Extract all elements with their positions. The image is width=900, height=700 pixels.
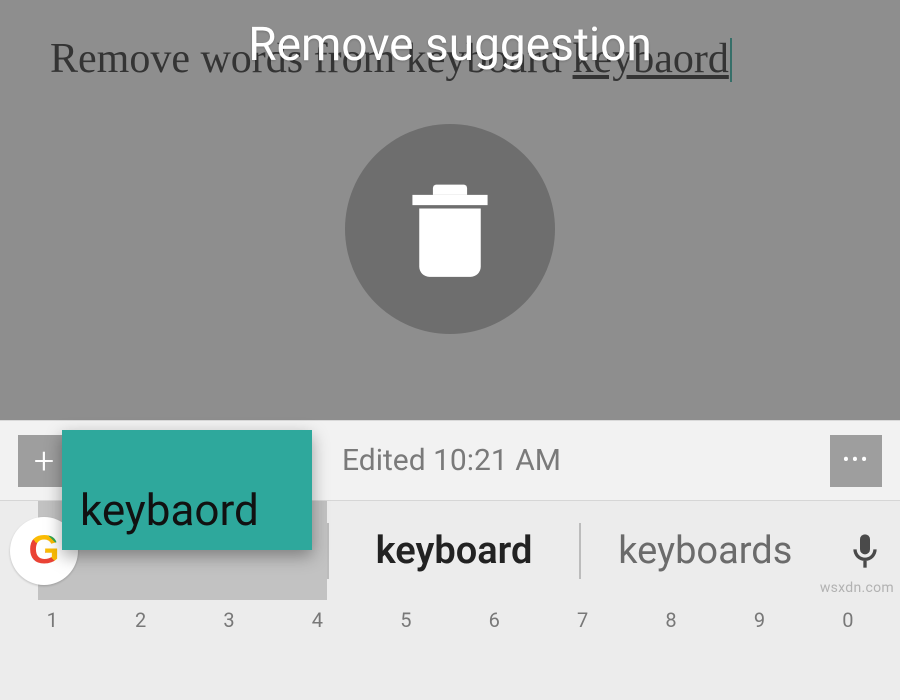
suggestion-center-label: keyboard (376, 529, 533, 573)
key-4[interactable]: 4 (273, 608, 361, 700)
suggestion-right[interactable]: keyboards (581, 501, 830, 600)
suggestion-right-label: keyboards (618, 529, 792, 573)
plus-icon: + (34, 440, 54, 482)
key-9[interactable]: 9 (715, 608, 803, 700)
more-icon: ••• (842, 448, 869, 473)
key-8[interactable]: 8 (627, 608, 715, 700)
key-2[interactable]: 2 (96, 608, 184, 700)
trash-drop-target[interactable] (345, 124, 555, 334)
suggestion-center[interactable]: keyboard (329, 501, 578, 600)
dragged-suggestion-label: keybaord (80, 484, 259, 536)
key-6[interactable]: 6 (450, 608, 538, 700)
edited-timestamp: Edited 10:21 AM (342, 443, 561, 478)
key-7[interactable]: 7 (538, 608, 626, 700)
mic-icon (845, 531, 885, 571)
screen-root: Remove words from keyboard keybaord Remo… (0, 0, 900, 700)
key-5[interactable]: 5 (362, 608, 450, 700)
dragged-suggestion-chip[interactable]: keybaord (62, 430, 312, 550)
key-1[interactable]: 1 (8, 608, 96, 700)
trash-icon (409, 181, 491, 277)
overlay-title: Remove suggestion (248, 18, 652, 72)
key-0[interactable]: 0 (804, 608, 892, 700)
more-menu-button[interactable]: ••• (830, 435, 882, 487)
keyboard-number-row: 1 2 3 4 5 6 7 8 9 0 (0, 600, 900, 700)
remove-suggestion-overlay: Remove suggestion (0, 0, 900, 420)
google-icon: G (28, 528, 59, 573)
watermark: wsxdn.com (820, 580, 894, 596)
key-3[interactable]: 3 (185, 608, 273, 700)
voice-input-button[interactable] (830, 531, 900, 571)
